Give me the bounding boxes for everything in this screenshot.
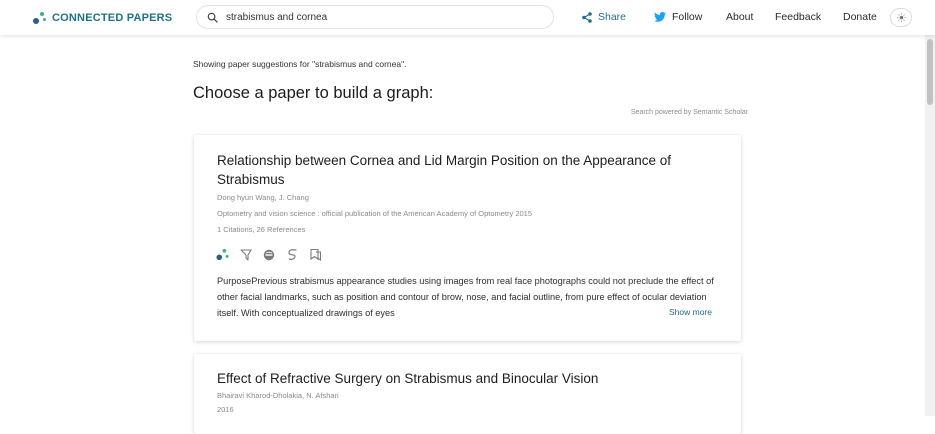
paper-title[interactable]: Effect of Refractive Surgery on Strabism… — [217, 369, 717, 388]
paper-stats: 1 Citations, 26 References — [217, 225, 306, 234]
share-label: Share — [598, 11, 627, 23]
result-card[interactable]: Effect of Refractive Surgery on Strabism… — [194, 354, 741, 434]
nav-feedback[interactable]: Feedback — [775, 11, 821, 23]
abstract-fade — [570, 301, 652, 317]
paper-venue: Optometry and vision science : official … — [217, 209, 533, 218]
search-icon — [207, 12, 218, 23]
search-bar[interactable] — [196, 5, 554, 29]
result-card[interactable]: Relationship between Cornea and Lid Marg… — [194, 135, 741, 341]
show-more-link[interactable]: Show more — [669, 307, 712, 317]
bookmark-icon[interactable] — [309, 248, 322, 261]
paper-authors: Dong hyun Wang, J. Chang — [217, 193, 309, 202]
about-label: About — [726, 11, 754, 23]
google-scholar-icon[interactable] — [286, 248, 298, 261]
share-button[interactable]: Share — [582, 11, 626, 23]
paper-actions — [216, 248, 333, 261]
follow-button[interactable]: Follow — [654, 11, 702, 23]
twitter-icon — [654, 12, 666, 22]
sun-icon — [896, 13, 906, 22]
search-summary-text: Showing paper suggestions for "strabismu… — [193, 59, 407, 69]
page-scrollbar[interactable] — [925, 35, 935, 416]
page-heading: Choose a paper to build a graph: — [193, 84, 434, 102]
semantic-scholar-icon[interactable] — [263, 249, 275, 261]
share-icon — [582, 11, 592, 23]
donate-label: Donate — [843, 11, 877, 23]
paper-authors: Bhairavi Kharod-Dholakia, N. Afshari — [217, 391, 339, 400]
search-input[interactable] — [226, 11, 526, 23]
scrollbar-thumb[interactable] — [927, 39, 933, 105]
paper-venue: 2016 — [217, 405, 234, 414]
graph-icon[interactable] — [216, 248, 229, 261]
top-navbar: CONNECTED PAPERS Share Follow About Feed… — [0, 0, 935, 35]
logo-icon — [33, 11, 47, 25]
logo[interactable]: CONNECTED PAPERS — [33, 10, 172, 26]
paper-title[interactable]: Relationship between Cornea and Lid Marg… — [217, 151, 717, 189]
nav-about[interactable]: About — [726, 11, 753, 23]
follow-label: Follow — [672, 11, 703, 23]
powered-by-text: Search powered by Semantic Scholar — [630, 109, 748, 116]
pdf-icon[interactable] — [240, 248, 252, 261]
nav-donate[interactable]: Donate — [843, 11, 877, 23]
logo-text: CONNECTED PAPERS — [52, 12, 173, 24]
feedback-label: Feedback — [775, 11, 822, 23]
theme-toggle[interactable] — [890, 8, 912, 27]
